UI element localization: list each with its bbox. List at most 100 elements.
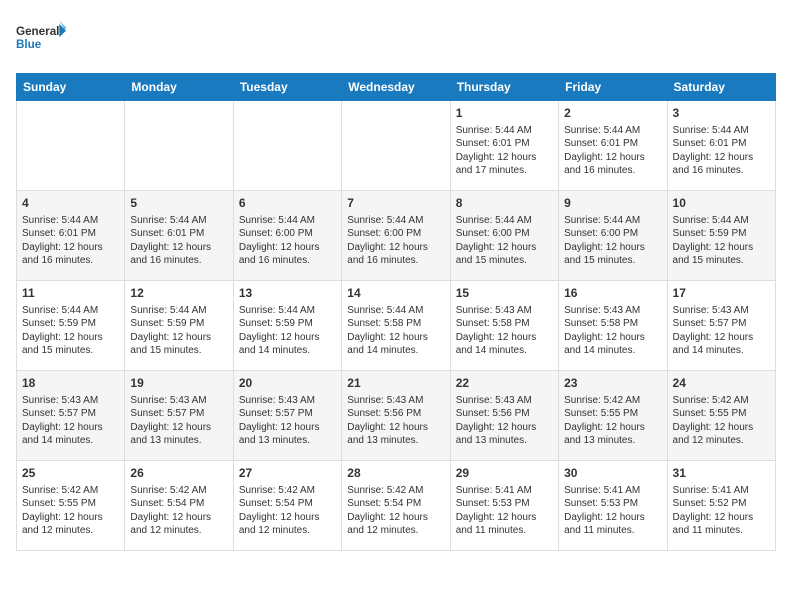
calendar-cell: 17Sunrise: 5:43 AM Sunset: 5:57 PM Dayli…	[667, 281, 775, 371]
day-number: 2	[564, 105, 661, 122]
calendar-cell: 23 Sunrise: 5:42 AM Sunset: 5:55 PM Dayli…	[559, 371, 667, 461]
day-number: 7	[347, 195, 444, 212]
calendar-cell: 26 Sunrise: 5:42 AM Sunset: 5:54 PM Dayli…	[125, 461, 233, 551]
calendar-cell: 8 Sunrise: 5:44 AM Sunset: 6:00 PM Daylig…	[450, 191, 558, 281]
calendar-cell: 14 Sunrise: 5:44 AM Sunset: 5:58 PM Dayli…	[342, 281, 450, 371]
day-number: 30	[564, 465, 661, 482]
logo-svg: General Blue	[16, 16, 66, 61]
day-info: Sunrise: 5:44 AM Sunset: 6:00 PM Dayligh…	[239, 214, 336, 268]
calendar-cell: 12Sunrise: 5:44 AM Sunset: 5:59 PM Dayli…	[125, 281, 233, 371]
day-number: 18	[22, 375, 119, 392]
day-number: 3	[673, 105, 770, 122]
week-row-5: 25 Sunrise: 5:42 AM Sunset: 5:55 PM Dayli…	[17, 461, 776, 551]
calendar-cell: 15Sunrise: 5:43 AM Sunset: 5:58 PM Dayli…	[450, 281, 558, 371]
day-number: 14	[347, 285, 444, 302]
day-info: Sunrise: 5:44 AM Sunset: 6:01 PM Dayligh…	[673, 124, 770, 178]
day-info: Sunrise: 5:42 AM Sunset: 5:54 PM Dayligh…	[130, 484, 227, 538]
calendar-cell: 27 Sunrise: 5:42 AM Sunset: 5:54 PM Dayli…	[233, 461, 341, 551]
day-number: 11	[22, 285, 119, 302]
day-number: 28	[347, 465, 444, 482]
day-info: Sunrise: 5:43 AM Sunset: 5:57 PM Dayligh…	[130, 394, 227, 448]
week-row-1: 1 Sunrise: 5:44 AM Sunset: 6:01 PM Daylig…	[17, 101, 776, 191]
day-info: Sunrise: 5:44 AM Sunset: 5:58 PM Dayligh…	[347, 304, 444, 358]
day-info: Sunrise: 5:44 AM Sunset: 6:00 PM Dayligh…	[347, 214, 444, 268]
svg-text:Blue: Blue	[16, 38, 42, 51]
calendar-cell: 28 Sunrise: 5:42 AM Sunset: 5:54 PM Dayli…	[342, 461, 450, 551]
day-info: Sunrise: 5:41 AM Sunset: 5:53 PM Dayligh…	[456, 484, 553, 538]
day-info: Sunrise: 5:44 AM Sunset: 6:01 PM Dayligh…	[456, 124, 553, 178]
day-number: 26	[130, 465, 227, 482]
day-info: Sunrise: 5:42 AM Sunset: 5:55 PM Dayligh…	[564, 394, 661, 448]
calendar-header-row: SundayMondayTuesdayWednesdayThursdayFrid…	[17, 74, 776, 101]
day-number: 10	[673, 195, 770, 212]
day-number: 12	[130, 285, 227, 302]
page-header: General Blue	[16, 16, 776, 61]
week-row-4: 18 Sunrise: 5:43 AM Sunset: 5:57 PM Dayli…	[17, 371, 776, 461]
day-number: 16	[564, 285, 661, 302]
day-info: Sunrise: 5:43 AM Sunset: 5:57 PM Dayligh…	[22, 394, 119, 448]
day-number: 8	[456, 195, 553, 212]
svg-text:General: General	[16, 25, 59, 38]
calendar-table: SundayMondayTuesdayWednesdayThursdayFrid…	[16, 73, 776, 551]
calendar-cell: 18 Sunrise: 5:43 AM Sunset: 5:57 PM Dayli…	[17, 371, 125, 461]
day-number: 22	[456, 375, 553, 392]
week-row-2: 4 Sunrise: 5:44 AM Sunset: 6:01 PM Daylig…	[17, 191, 776, 281]
calendar-cell: 11 Sunrise: 5:44 AM Sunset: 5:59 PM Dayli…	[17, 281, 125, 371]
calendar-cell	[233, 101, 341, 191]
day-number: 24	[673, 375, 770, 392]
calendar-cell: 25 Sunrise: 5:42 AM Sunset: 5:55 PM Dayli…	[17, 461, 125, 551]
day-info: Sunrise: 5:44 AM Sunset: 5:59 PM Dayligh…	[673, 214, 770, 268]
day-number: 9	[564, 195, 661, 212]
header-friday: Friday	[559, 74, 667, 101]
day-info: Sunrise: 5:42 AM Sunset: 5:54 PM Dayligh…	[239, 484, 336, 538]
calendar-cell: 7 Sunrise: 5:44 AM Sunset: 6:00 PM Daylig…	[342, 191, 450, 281]
day-info: Sunrise: 5:44 AM Sunset: 6:01 PM Dayligh…	[564, 124, 661, 178]
calendar-cell: 24 Sunrise: 5:42 AM Sunset: 5:55 PM Dayli…	[667, 371, 775, 461]
day-info: Sunrise: 5:44 AM Sunset: 5:59 PM Dayligh…	[22, 304, 119, 358]
day-info: Sunrise: 5:43 AM Sunset: 5:56 PM Dayligh…	[347, 394, 444, 448]
day-number: 27	[239, 465, 336, 482]
day-info: Sunrise: 5:44 AM Sunset: 6:01 PM Dayligh…	[22, 214, 119, 268]
day-number: 5	[130, 195, 227, 212]
day-info: Sunrise: 5:43 AM Sunset: 5:56 PM Dayligh…	[456, 394, 553, 448]
day-info: Sunrise: 5:44 AM Sunset: 6:00 PM Dayligh…	[564, 214, 661, 268]
header-thursday: Thursday	[450, 74, 558, 101]
calendar-cell: 16 Sunrise: 5:43 AM Sunset: 5:58 PM Dayli…	[559, 281, 667, 371]
day-info: Sunrise: 5:42 AM Sunset: 5:55 PM Dayligh…	[22, 484, 119, 538]
calendar-cell: 4 Sunrise: 5:44 AM Sunset: 6:01 PM Daylig…	[17, 191, 125, 281]
day-number: 20	[239, 375, 336, 392]
day-info: Sunrise: 5:44 AM Sunset: 5:59 PM Dayligh…	[239, 304, 336, 358]
day-number: 15	[456, 285, 553, 302]
day-number: 29	[456, 465, 553, 482]
day-number: 21	[347, 375, 444, 392]
day-info: Sunrise: 5:42 AM Sunset: 5:54 PM Dayligh…	[347, 484, 444, 538]
header-monday: Monday	[125, 74, 233, 101]
day-number: 6	[239, 195, 336, 212]
calendar-cell	[342, 101, 450, 191]
day-number: 1	[456, 105, 553, 122]
day-number: 17	[673, 285, 770, 302]
day-info: Sunrise: 5:43 AM Sunset: 5:57 PM Dayligh…	[239, 394, 336, 448]
calendar-cell	[125, 101, 233, 191]
day-number: 19	[130, 375, 227, 392]
calendar-cell: 3 Sunrise: 5:44 AM Sunset: 6:01 PM Daylig…	[667, 101, 775, 191]
calendar-cell: 20 Sunrise: 5:43 AM Sunset: 5:57 PM Dayli…	[233, 371, 341, 461]
day-number: 31	[673, 465, 770, 482]
calendar-cell: 29 Sunrise: 5:41 AM Sunset: 5:53 PM Dayli…	[450, 461, 558, 551]
day-info: Sunrise: 5:42 AM Sunset: 5:55 PM Dayligh…	[673, 394, 770, 448]
calendar-cell: 10 Sunrise: 5:44 AM Sunset: 5:59 PM Dayli…	[667, 191, 775, 281]
calendar-cell: 30Sunrise: 5:41 AM Sunset: 5:53 PM Dayli…	[559, 461, 667, 551]
week-row-3: 11 Sunrise: 5:44 AM Sunset: 5:59 PM Dayli…	[17, 281, 776, 371]
day-number: 25	[22, 465, 119, 482]
day-info: Sunrise: 5:44 AM Sunset: 6:00 PM Dayligh…	[456, 214, 553, 268]
calendar-cell: 21 Sunrise: 5:43 AM Sunset: 5:56 PM Dayli…	[342, 371, 450, 461]
day-number: 23	[564, 375, 661, 392]
calendar-cell	[17, 101, 125, 191]
day-number: 4	[22, 195, 119, 212]
header-tuesday: Tuesday	[233, 74, 341, 101]
calendar-cell: 6 Sunrise: 5:44 AM Sunset: 6:00 PM Daylig…	[233, 191, 341, 281]
calendar-cell: 2 Sunrise: 5:44 AM Sunset: 6:01 PM Daylig…	[559, 101, 667, 191]
day-info: Sunrise: 5:41 AM Sunset: 5:52 PM Dayligh…	[673, 484, 770, 538]
calendar-cell: 31 Sunrise: 5:41 AM Sunset: 5:52 PM Dayli…	[667, 461, 775, 551]
day-info: Sunrise: 5:43 AM Sunset: 5:58 PM Dayligh…	[564, 304, 661, 358]
